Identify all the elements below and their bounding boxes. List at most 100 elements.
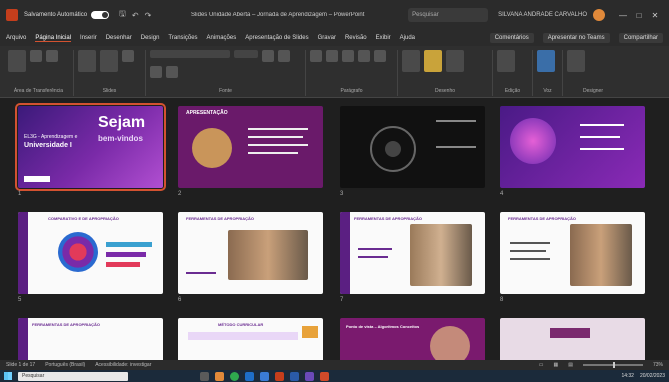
powerpoint-taskbar-icon[interactable] bbox=[275, 371, 284, 381]
undo-icon[interactable]: ↶ bbox=[132, 11, 139, 20]
tab-revisao[interactable]: Revisão bbox=[345, 35, 367, 41]
slide-thumbnail-10[interactable]: MÉTODO CURRICULAR bbox=[178, 318, 323, 360]
tab-ajuda[interactable]: Ajuda bbox=[400, 35, 415, 41]
cut-icon[interactable] bbox=[30, 50, 42, 62]
slide-thumbnail-6[interactable]: FERRAMENTAS DE APROPRIAÇÃO bbox=[178, 212, 323, 294]
slide-thumbnail-4[interactable] bbox=[500, 106, 645, 188]
slide-heading: FERRAMENTAS DE APROPRIAÇÃO bbox=[186, 216, 255, 221]
word-icon[interactable] bbox=[290, 371, 299, 381]
tab-pagina-inicial[interactable]: Página Inicial bbox=[35, 35, 72, 42]
normal-view-icon[interactable]: ▭ bbox=[539, 362, 544, 368]
zoom-slider[interactable] bbox=[582, 362, 643, 368]
font-size-select[interactable] bbox=[234, 50, 258, 58]
zoom-level[interactable]: 73% bbox=[653, 362, 663, 368]
paste-icon[interactable] bbox=[8, 50, 26, 72]
chrome-icon[interactable] bbox=[230, 371, 239, 381]
quick-styles-icon[interactable] bbox=[446, 50, 464, 72]
new-slide-icon[interactable] bbox=[78, 50, 96, 72]
taskbar-search-input[interactable]: Pesquisar bbox=[18, 371, 128, 381]
user-name[interactable]: SILVANA ANDRADE CARVALHO bbox=[498, 12, 587, 18]
banner-shape bbox=[188, 332, 298, 340]
clock-time[interactable]: 14:32 bbox=[621, 373, 634, 379]
reading-view-icon[interactable]: ▤ bbox=[568, 362, 573, 368]
redo-icon[interactable]: ↷ bbox=[145, 11, 152, 20]
tab-arquivo[interactable]: Arquivo bbox=[6, 35, 26, 41]
layout-icon[interactable] bbox=[122, 50, 134, 62]
comments-button[interactable]: Comentários bbox=[489, 33, 534, 43]
slide-thumbnail-5[interactable]: COMPARATIVO E DE APROPRIAÇÃO bbox=[18, 212, 163, 294]
tab-apresentacao[interactable]: Apresentação de Slides bbox=[245, 35, 308, 41]
slide-heading: FERRAMENTAS DE APROPRIAÇÃO bbox=[508, 216, 577, 221]
group-font: Fonte bbox=[146, 50, 306, 96]
center-node-icon bbox=[385, 141, 401, 157]
slide-thumbnail-7[interactable]: FERRAMENTAS DE APROPRIAÇÃO bbox=[340, 212, 485, 294]
badge-icon bbox=[302, 326, 318, 338]
designer-icon[interactable] bbox=[567, 50, 585, 72]
reuse-slide-icon[interactable] bbox=[100, 50, 118, 72]
slide-thumbnail-3[interactable] bbox=[340, 106, 485, 188]
share-button[interactable]: Compartilhar bbox=[618, 33, 663, 43]
close-button[interactable]: ✕ bbox=[647, 11, 663, 20]
slide-count: Slide 1 de 17 bbox=[6, 362, 36, 368]
align-left-icon[interactable] bbox=[342, 50, 354, 62]
tab-animacoes[interactable]: Animações bbox=[207, 35, 237, 41]
app-icon[interactable] bbox=[320, 371, 329, 381]
italic-icon[interactable] bbox=[278, 50, 290, 62]
dictate-icon[interactable] bbox=[537, 50, 555, 72]
explorer-icon[interactable] bbox=[215, 371, 224, 381]
tab-design[interactable]: Design bbox=[141, 35, 160, 41]
autosave-toggle[interactable]: Salvamento Automático bbox=[24, 11, 110, 19]
slide-sorter: Sejam bem-vindos EL3G - Aprendizagem e U… bbox=[0, 98, 669, 360]
language-indicator[interactable]: Português (Brasil) bbox=[45, 362, 85, 368]
slide-number: 6 bbox=[178, 297, 182, 303]
accessibility-indicator[interactable]: Acessibilidade: investigar bbox=[95, 362, 151, 368]
slide-thumbnail-2[interactable]: APRESENTAÇÃO bbox=[178, 106, 323, 188]
bullets-icon[interactable] bbox=[310, 50, 322, 62]
arrange-icon[interactable] bbox=[424, 50, 442, 72]
font-color-icon[interactable] bbox=[166, 66, 178, 78]
tab-transicoes[interactable]: Transições bbox=[168, 35, 197, 41]
portrait-icon bbox=[430, 326, 470, 360]
people-photo-icon bbox=[410, 224, 472, 286]
clock-date[interactable]: 20/02/2023 bbox=[640, 373, 665, 379]
tab-desenhar[interactable]: Desenhar bbox=[106, 35, 132, 41]
find-icon[interactable] bbox=[497, 50, 515, 72]
task-view-icon[interactable] bbox=[200, 371, 209, 381]
align-right-icon[interactable] bbox=[374, 50, 386, 62]
slide-thumbnail-12[interactable] bbox=[500, 318, 645, 360]
maximize-button[interactable]: □ bbox=[631, 11, 647, 20]
toggle-switch-icon[interactable] bbox=[91, 11, 110, 19]
underline-icon[interactable] bbox=[150, 66, 162, 78]
slide-stripe bbox=[18, 318, 28, 360]
teams-icon[interactable] bbox=[305, 371, 314, 381]
slide-thumbnail-8[interactable]: FERRAMENTAS DE APROPRIAÇÃO bbox=[500, 212, 645, 294]
copy-icon[interactable] bbox=[46, 50, 58, 62]
align-center-icon[interactable] bbox=[358, 50, 370, 62]
shapes-icon[interactable] bbox=[402, 50, 420, 72]
slide-thumbnail-11[interactable]: Ponto de vista – Algoritmos Conceitos bbox=[340, 318, 485, 360]
font-family-select[interactable] bbox=[150, 50, 230, 58]
slide-number: 3 bbox=[340, 191, 344, 197]
save-icon[interactable]: 🖫 bbox=[119, 8, 126, 22]
slide-thumbnail-9[interactable]: FERRAMENTAS DE APROPRIAÇÃO bbox=[18, 318, 163, 360]
tab-gravar[interactable]: Gravar bbox=[318, 35, 336, 41]
slide-thumbnail-1[interactable]: Sejam bem-vindos EL3G - Aprendizagem e U… bbox=[15, 103, 166, 191]
ribbon: Área de Transferência Slides Fonte Parág… bbox=[0, 46, 669, 98]
present-teams-button[interactable]: Apresentar no Teams bbox=[542, 33, 610, 43]
edge-icon[interactable] bbox=[245, 371, 254, 381]
sorter-view-icon[interactable]: ▦ bbox=[554, 362, 559, 368]
slide-heading: APRESENTAÇÃO bbox=[186, 110, 228, 116]
slide-stripe bbox=[340, 212, 350, 294]
text-line bbox=[580, 136, 620, 138]
windows-start-icon[interactable] bbox=[4, 372, 12, 380]
numbering-icon[interactable] bbox=[326, 50, 338, 62]
avatar[interactable] bbox=[593, 9, 605, 21]
title-search-input[interactable]: Pesquisar bbox=[408, 8, 489, 22]
tab-exibir[interactable]: Exibir bbox=[376, 35, 391, 41]
mail-icon[interactable] bbox=[260, 371, 269, 381]
minimize-button[interactable]: — bbox=[615, 11, 631, 20]
taskbar-search-label: Pesquisar bbox=[22, 373, 45, 379]
people-photo-icon bbox=[570, 224, 632, 286]
bold-icon[interactable] bbox=[262, 50, 274, 62]
tab-inserir[interactable]: Inserir bbox=[80, 35, 97, 41]
